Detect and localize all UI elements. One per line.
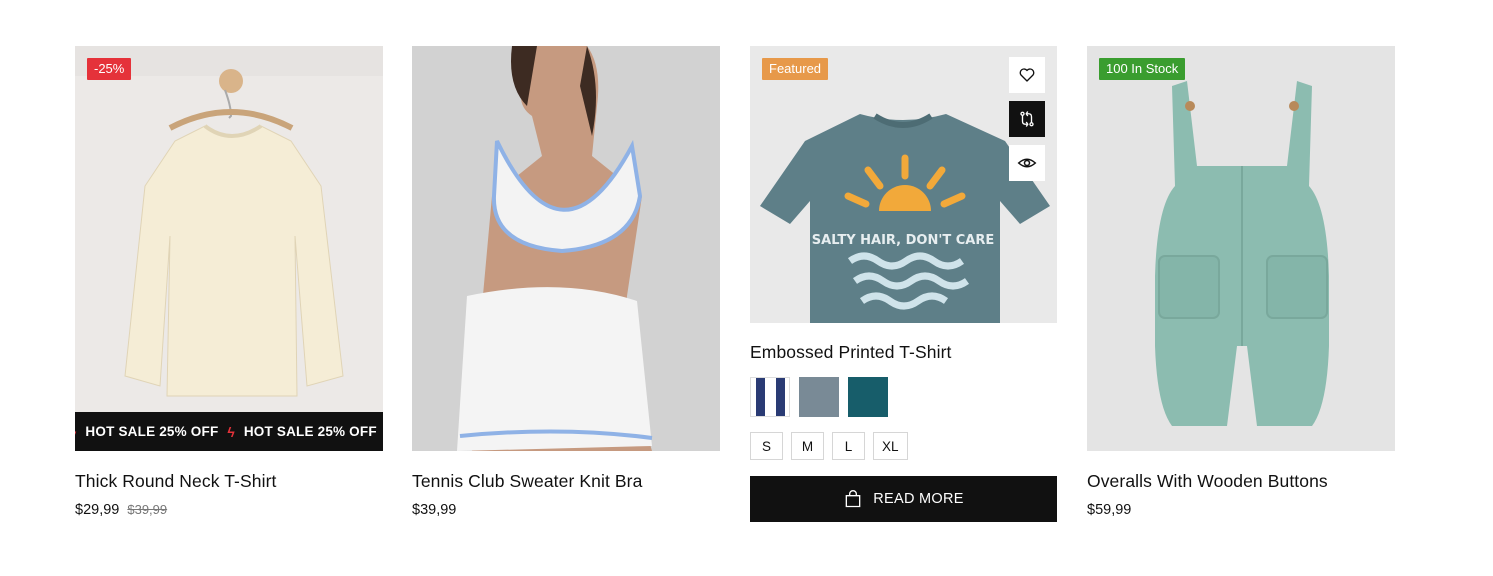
shopping-bag-icon <box>845 490 861 508</box>
read-more-label: READ MORE <box>873 491 964 507</box>
featured-badge: Featured <box>762 58 829 80</box>
product-card[interactable]: 100 In Stock Overalls With Wooden Button… <box>1087 46 1395 518</box>
read-more-button[interactable]: READ MORE <box>750 476 1057 522</box>
product-title[interactable]: Tennis Club Sweater Knit Bra <box>412 471 720 492</box>
product-photo <box>1087 46 1395 451</box>
color-swatches <box>750 377 1057 417</box>
current-price: $59,99 <box>1087 502 1132 518</box>
size-options: S M L XL <box>750 432 1057 460</box>
quick-view-button[interactable] <box>1009 145 1045 181</box>
product-image[interactable]: -25% ϟ HOT SALE 25% OFF ϟ HOT SALE 25% O… <box>75 46 383 451</box>
product-title[interactable]: Thick Round Neck T-Shirt <box>75 471 383 492</box>
product-title[interactable]: Overalls With Wooden Buttons <box>1087 471 1395 492</box>
compare-button[interactable] <box>1009 101 1045 137</box>
size-option[interactable]: M <box>791 432 824 460</box>
wishlist-button[interactable] <box>1009 57 1045 93</box>
product-image[interactable]: 100 In Stock <box>1087 46 1395 451</box>
product-card[interactable]: Tennis Club Sweater Knit Bra $39,99 <box>412 46 720 518</box>
product-image[interactable] <box>412 46 720 451</box>
product-photo <box>75 46 383 451</box>
product-price: $29,99 $39,99 <box>75 502 383 518</box>
size-option[interactable]: XL <box>873 432 908 460</box>
discount-badge: -25% <box>87 58 132 80</box>
swatch-grey[interactable] <box>799 377 839 417</box>
current-price: $29,99 <box>75 502 120 518</box>
swatch-teal[interactable] <box>848 377 888 417</box>
current-price: $39,99 <box>412 502 457 518</box>
product-card[interactable]: SALTY HAIR, DON'T CARE Featured Embossed… <box>750 46 1057 522</box>
size-option[interactable]: S <box>750 432 783 460</box>
product-price: $59,99 <box>1087 502 1395 518</box>
heart-icon <box>1019 68 1035 82</box>
compare-icon <box>1020 111 1034 127</box>
quick-actions <box>1009 57 1045 181</box>
sale-marquee: ϟ HOT SALE 25% OFF ϟ HOT SALE 25% OFF <box>75 412 383 451</box>
product-title[interactable]: Embossed Printed T-Shirt <box>750 342 1057 363</box>
product-card[interactable]: -25% ϟ HOT SALE 25% OFF ϟ HOT SALE 25% O… <box>75 46 383 518</box>
marquee-text: HOT SALE 25% OFF <box>243 424 377 439</box>
svg-text:SALTY HAIR, DON'T CARE: SALTY HAIR, DON'T CARE <box>812 233 994 248</box>
product-image[interactable]: SALTY HAIR, DON'T CARE Featured <box>750 46 1057 323</box>
eye-icon <box>1017 158 1037 168</box>
bolt-icon: ϟ <box>75 424 76 440</box>
old-price: $39,99 <box>127 502 168 517</box>
stock-badge: 100 In Stock <box>1099 58 1186 80</box>
product-photo <box>412 46 720 451</box>
size-option[interactable]: L <box>832 432 865 460</box>
product-price: $39,99 <box>412 502 720 518</box>
bolt-icon: ϟ <box>227 423 235 440</box>
swatch-navy-stripes[interactable] <box>750 377 790 417</box>
marquee-text: HOT SALE 25% OFF <box>85 424 219 439</box>
